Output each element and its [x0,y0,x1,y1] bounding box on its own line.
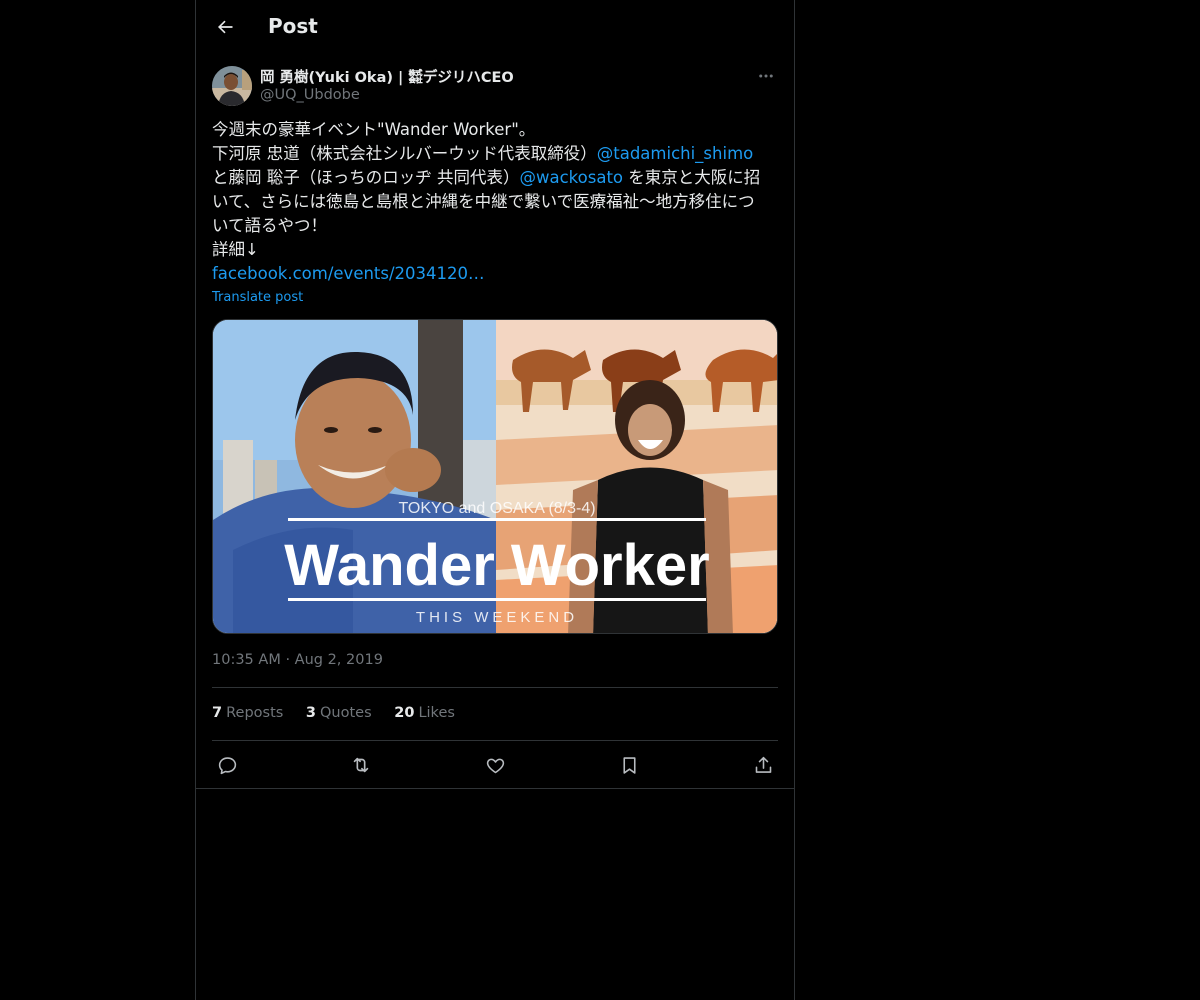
reply-icon [218,756,236,774]
likes-stat[interactable]: 20 Likes [394,705,455,721]
page-title: Post [268,14,318,38]
post-actions [212,752,778,778]
divider [196,788,794,789]
post-text-line: 詳細↓ [212,240,259,259]
bookmark-button[interactable] [616,752,642,778]
likes-label: Likes [418,705,455,721]
post-time[interactable]: 10:35 AM [212,652,281,668]
divider [212,740,778,741]
share-button[interactable] [750,752,776,778]
post-text-line: 今週末の豪華イベント"Wander Worker"。 [212,120,536,139]
post-image[interactable]: TOKYO and OSAKA (8/3-4) Wander Worker TH… [212,319,778,634]
back-button[interactable] [208,10,242,44]
external-link[interactable]: facebook.com/events/2034120… [212,262,778,286]
bookmark-icon [622,756,636,774]
post-timestamp: 10:35 AM · Aug 2, 2019 [212,652,383,668]
user-handle[interactable]: @UQ_Ubdobe [260,87,360,103]
post-text-span: を東京と大阪に招 [623,168,761,187]
quotes-label: Quotes [320,705,372,721]
mention-link[interactable]: @tadamichi_shimo [597,144,754,163]
reposts-stat[interactable]: 7 Reposts [212,705,283,721]
divider [212,687,778,688]
mention-link[interactable]: @wackosato [520,168,624,187]
repost-icon [353,757,369,773]
header: Post [196,0,794,54]
post-text-span: と藤岡 聡子（ほっちのロッヂ 共同代表） [212,168,520,187]
arrow-left-icon [218,20,233,34]
post-text-line: いて語るやつ！ [212,216,328,235]
reply-button[interactable] [214,752,240,778]
quotes-count: 3 [305,705,317,721]
post-text-line: と藤岡 聡子（ほっちのロッヂ 共同代表）@wackosato を東京と大阪に招 [212,166,778,190]
post-text-line: 下河原 忠道（株式会社シルバーウッド代表取締役）@tadamichi_shimo [212,142,778,166]
post-column: Post 岡 勇樹(Yuki Oka) | ㍿デジリハCEO @UQ_Ubdob… [195,0,795,1000]
post-text-line: いて、さらには徳島と島根と沖縄を中継で繋いで医療福祉〜地方移住につ [212,192,755,211]
reposts-count: 7 [212,705,223,721]
media-title: Wander Worker [284,533,709,598]
more-button[interactable] [754,64,778,88]
like-icon [486,758,504,773]
timestamp-separator: · [285,652,291,668]
post-text-span: 下河原 忠道（株式会社シルバーウッド代表取締役） [212,144,597,163]
post-date[interactable]: Aug 2, 2019 [295,652,383,668]
post-stats: 7 Reposts 3 Quotes 20 Likes [212,705,473,721]
share-icon [755,756,771,773]
post-text: 今週末の豪華イベント"Wander Worker"。 下河原 忠道（株式会社シル… [212,118,778,286]
media-tagline: THIS WEEKEND [416,609,578,626]
avatar[interactable] [212,66,252,106]
translate-post-link[interactable]: Translate post [212,290,303,305]
media-subtitle: TOKYO and OSAKA (8/3-4) [398,500,595,517]
quotes-stat[interactable]: 3 Quotes [306,705,372,721]
more-icon [759,74,773,78]
like-button[interactable] [482,752,508,778]
likes-count: 20 [394,705,415,721]
post-author: 岡 勇樹(Yuki Oka) | ㍿デジリハCEO @UQ_Ubdobe [212,64,778,108]
display-name[interactable]: 岡 勇樹(Yuki Oka) | ㍿デジリハCEO [260,66,514,87]
reposts-label: Reposts [226,705,284,721]
repost-button[interactable] [348,752,374,778]
